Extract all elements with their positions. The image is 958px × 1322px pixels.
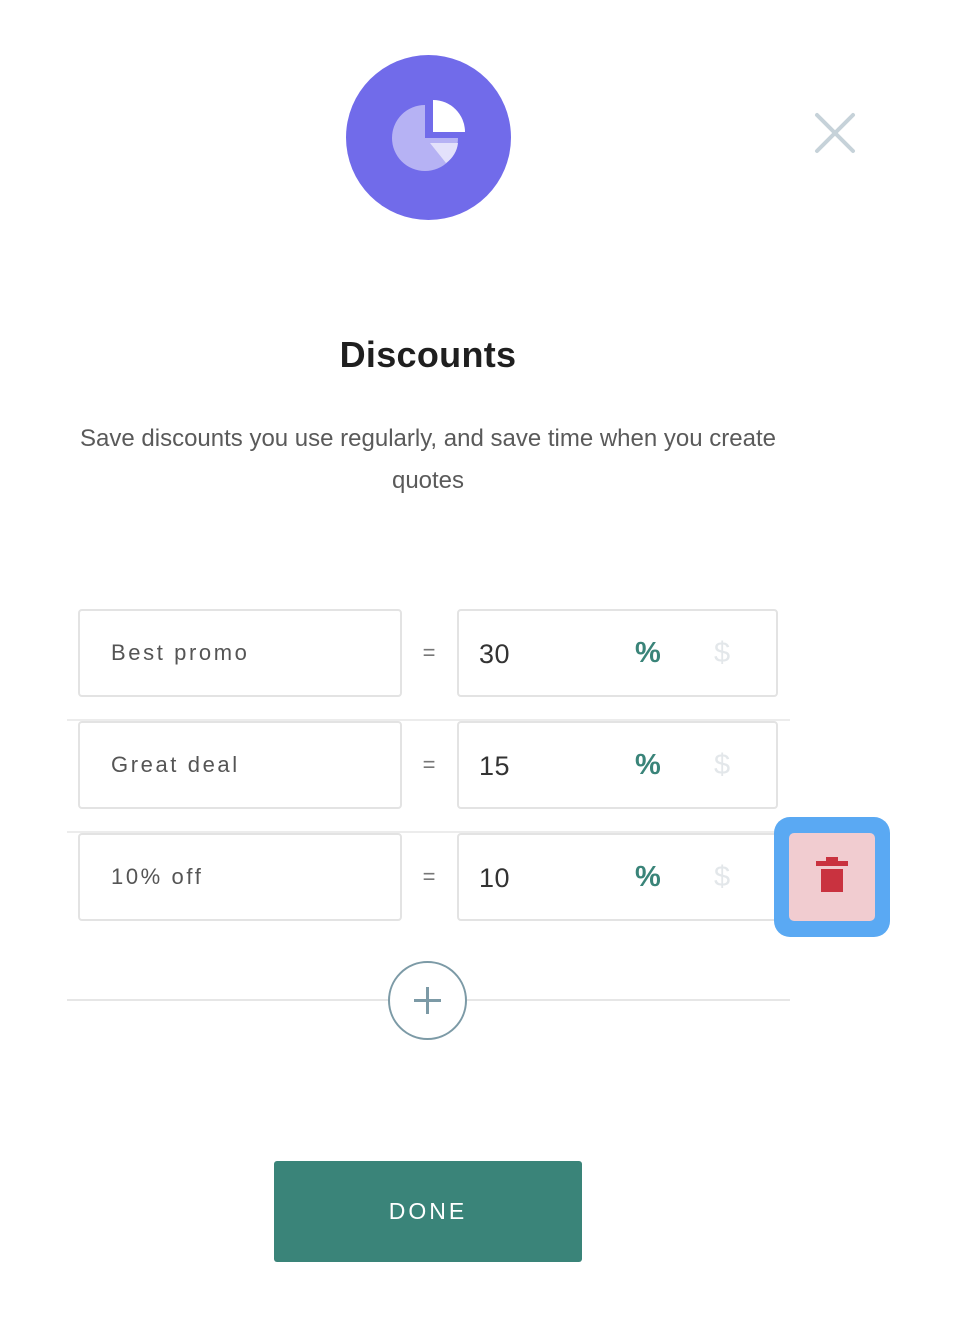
equals-sign: =: [422, 640, 436, 665]
discount-value: 15: [479, 751, 511, 781]
discount-row: Best promo = 30 % $: [67, 609, 790, 721]
dollar-toggle[interactable]: $: [714, 861, 730, 894]
discounts-header-icon: [346, 55, 511, 220]
percent-toggle[interactable]: %: [635, 637, 661, 670]
plus-icon: [414, 987, 441, 1014]
page-title: Discounts: [339, 334, 517, 375]
delete-discount-button[interactable]: [789, 833, 875, 921]
discount-name-input[interactable]: 10% off: [78, 833, 402, 921]
discount-value-input[interactable]: 15 % $: [457, 721, 778, 809]
discount-name-input[interactable]: Great deal: [78, 721, 402, 809]
discount-name-input[interactable]: Best promo: [78, 609, 402, 697]
discount-value-input[interactable]: 10 % $: [457, 833, 778, 921]
equals-sign: =: [422, 864, 436, 889]
close-icon: [815, 113, 855, 153]
done-button[interactable]: DONE: [274, 1161, 582, 1262]
percent-toggle[interactable]: %: [635, 861, 661, 894]
page-description: Save discounts you use regularly, and sa…: [80, 425, 776, 494]
close-button[interactable]: [806, 104, 864, 162]
trash-icon: [816, 857, 848, 892]
pie-chart-icon: [392, 100, 465, 171]
discount-value: 10: [479, 863, 511, 893]
dollar-toggle[interactable]: $: [714, 637, 730, 670]
dollar-toggle[interactable]: $: [714, 749, 730, 782]
discount-value: 30: [479, 639, 511, 669]
equals-sign: =: [422, 752, 436, 777]
discount-value-input[interactable]: 30 % $: [457, 609, 778, 697]
discount-row: 10% off = 10 % $: [67, 833, 790, 945]
percent-toggle[interactable]: %: [635, 749, 661, 782]
discount-row: Great deal = 15 % $: [67, 721, 790, 833]
add-discount-button[interactable]: [388, 961, 467, 1040]
